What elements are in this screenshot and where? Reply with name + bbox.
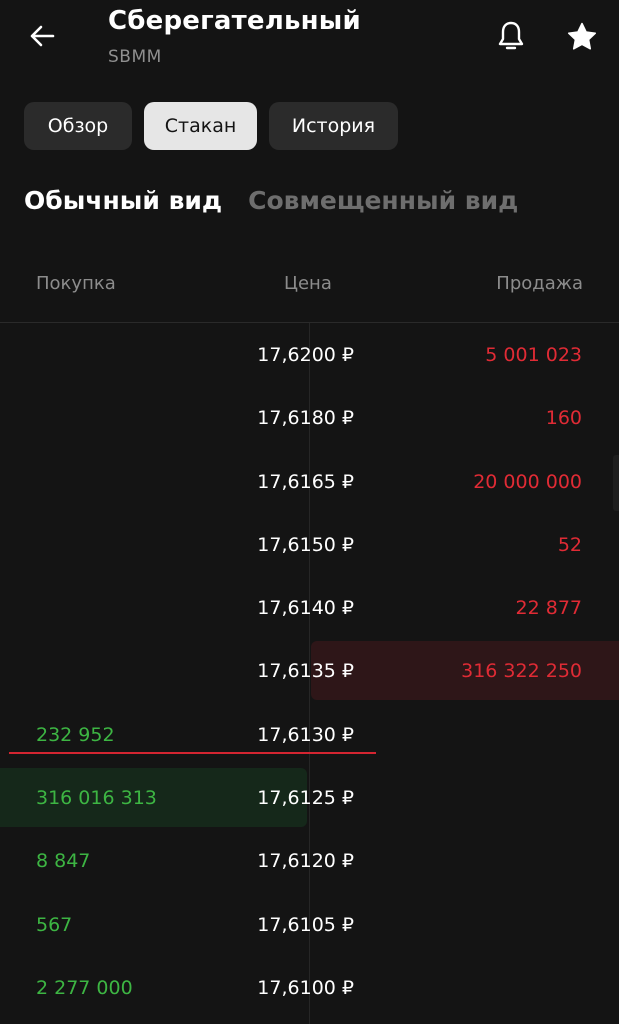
price-level: 17,6150 ₽ [257, 533, 354, 556]
arrow-left-icon [30, 25, 55, 47]
notifications-button[interactable] [494, 18, 528, 54]
sell-volume: 52 [557, 533, 582, 556]
order-row[interactable]: 316 016 313 17,6125 ₽ [0, 767, 619, 830]
star-icon [567, 22, 597, 50]
price-level: 17,6130 ₽ [257, 723, 354, 746]
order-row[interactable]: 2 277 000 17,6100 ₽ [0, 957, 619, 1020]
column-header-price: Цена [284, 273, 332, 294]
order-row[interactable]: 17,6150 ₽ 52 [0, 514, 619, 577]
order-row[interactable]: 17,6140 ₽ 22 877 [0, 577, 619, 640]
last-price-marker [9, 752, 376, 754]
order-book-screen: Сберегательный SBMM Обзор Стакан История… [0, 0, 619, 1024]
price-level: 17,6200 ₽ [257, 344, 354, 366]
buy-volume: 2 277 000 [36, 976, 133, 999]
price-level: 17,6105 ₽ [257, 913, 354, 936]
view-mode-combined[interactable]: Совмещенный вид [248, 186, 518, 215]
ticker-label: SBMM [108, 47, 162, 67]
order-row[interactable]: 17,6200 ₽ 5 001 023 [0, 324, 619, 387]
price-level: 17,6125 ₽ [257, 787, 354, 810]
back-button[interactable] [26, 20, 58, 52]
sell-volume: 20 000 000 [473, 470, 582, 493]
section-tabs: Обзор Стакан История [24, 102, 398, 150]
tab-overview[interactable]: Обзор [24, 102, 132, 150]
buy-volume: 567 [36, 913, 73, 936]
column-header-sell: Продажа [496, 273, 583, 294]
price-level: 17,6180 ₽ [257, 407, 354, 430]
price-level: 17,6135 ₽ [257, 660, 354, 683]
sell-volume: 160 [545, 407, 582, 430]
scroll-indicator[interactable] [613, 455, 619, 511]
price-level: 17,6100 ₽ [257, 976, 354, 999]
sell-volume: 5 001 023 [485, 344, 582, 366]
order-row[interactable]: 17,6180 ₽ 160 [0, 387, 619, 450]
order-row[interactable]: 232 952 17,6130 ₽ [0, 704, 619, 767]
page-title: Сберегательный [108, 6, 361, 36]
order-row[interactable]: 17,6165 ₽ 20 000 000 [0, 451, 619, 514]
view-mode-switch: Обычный вид Совмещенный вид [24, 186, 518, 215]
favorite-button[interactable] [565, 20, 599, 54]
view-mode-normal[interactable]: Обычный вид [24, 186, 222, 215]
price-level: 17,6165 ₽ [257, 470, 354, 493]
sell-volume: 316 322 250 [461, 660, 582, 683]
price-level: 17,6120 ₽ [257, 850, 354, 873]
order-row[interactable]: 17,6135 ₽ 316 322 250 [0, 640, 619, 703]
buy-volume: 316 016 313 [36, 787, 157, 810]
sell-volume: 22 877 [515, 597, 582, 620]
buy-volume: 232 952 [36, 723, 115, 746]
tab-order-book[interactable]: Стакан [144, 102, 257, 150]
order-book-list: 17,6200 ₽ 5 001 023 17,6180 ₽ 160 17,616… [0, 324, 619, 1020]
price-level: 17,6140 ₽ [257, 597, 354, 620]
bell-icon [498, 21, 524, 50]
tab-history[interactable]: История [269, 102, 398, 150]
column-header-buy: Покупка [36, 273, 116, 294]
order-row[interactable]: 567 17,6105 ₽ [0, 894, 619, 957]
order-row[interactable]: 8 847 17,6120 ₽ [0, 830, 619, 893]
buy-volume: 8 847 [36, 850, 91, 873]
